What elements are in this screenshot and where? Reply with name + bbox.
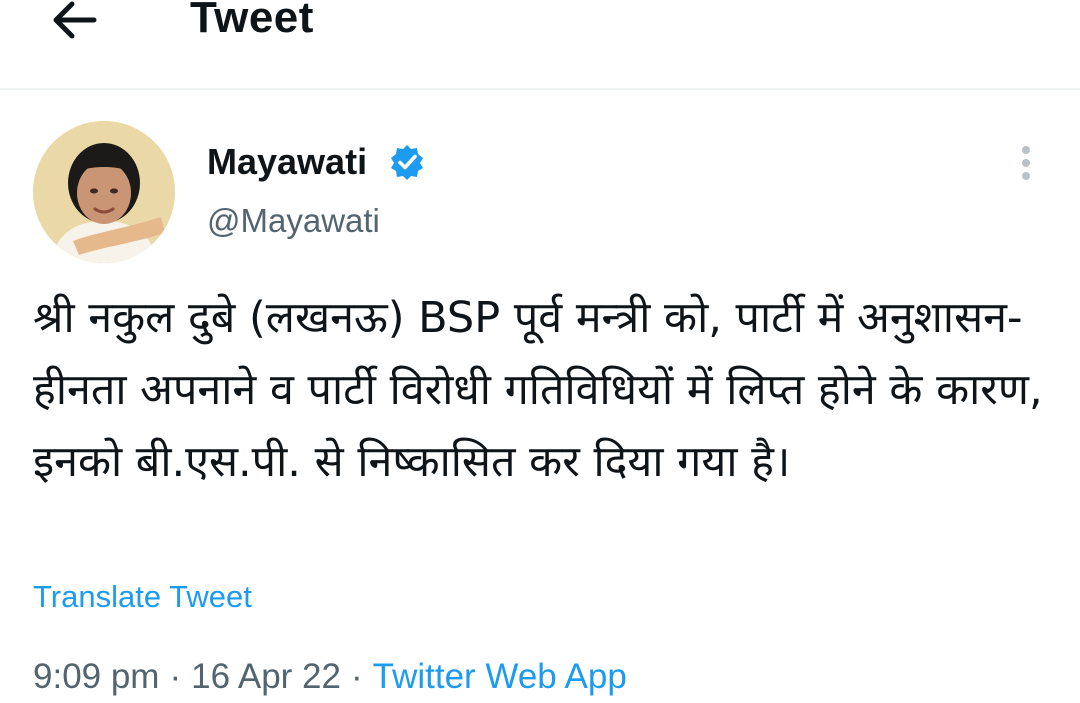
tweet-detail-page: Tweet Mayawati @Mayawati श्री नकुल दुबे …: [0, 0, 1080, 703]
tweet-time[interactable]: 9:09 pm: [33, 657, 159, 696]
meta-separator: ·: [350, 657, 363, 696]
more-options-button[interactable]: [1012, 142, 1040, 184]
more-vertical-icon-dot: [1022, 159, 1030, 167]
page-title: Tweet: [190, 0, 314, 42]
tweet-metadata: 9:09 pm · 16 Apr 22 · Twitter Web App: [33, 654, 627, 700]
back-button[interactable]: [48, 0, 102, 40]
meta-separator: ·: [169, 657, 182, 696]
arrow-left-icon: [53, 1, 97, 39]
verified-badge-icon: [391, 145, 423, 180]
tweet-text: श्री नकुल दुबे (लखनऊ) BSP पूर्व मन्त्री …: [33, 293, 1057, 487]
author-display-name[interactable]: Mayawati: [207, 140, 367, 184]
tweet-date[interactable]: 16 Apr 22: [191, 657, 341, 696]
top-app-bar: Tweet: [0, 0, 1080, 90]
more-vertical-icon-dot: [1022, 172, 1030, 180]
author-handle[interactable]: @Mayawati: [207, 200, 380, 242]
avatar[interactable]: [33, 121, 175, 263]
avatar-photo: [33, 121, 175, 263]
tweet-source-link[interactable]: Twitter Web App: [373, 657, 627, 696]
translate-tweet-link[interactable]: Translate Tweet: [33, 576, 252, 618]
more-vertical-icon: [1022, 146, 1030, 154]
